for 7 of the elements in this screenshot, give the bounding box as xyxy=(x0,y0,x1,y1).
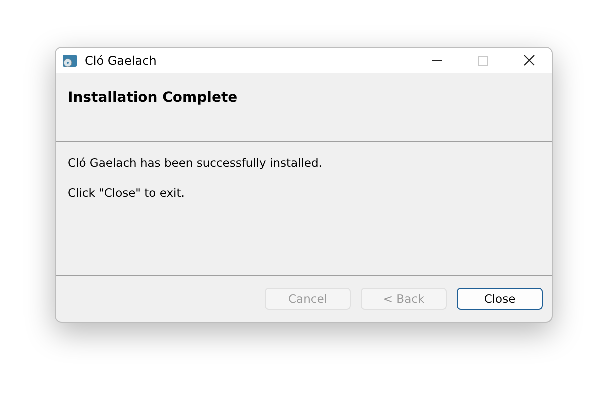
message-text: Cló Gaelach has been successfully installed. xyxy=(68,156,324,170)
maximize-icon xyxy=(478,56,488,66)
close-icon xyxy=(524,55,534,66)
page-heading: Installation Complete xyxy=(68,90,238,106)
message-text: Click "Close" to exit. xyxy=(68,186,186,200)
window-title: Cló Gaelach xyxy=(85,54,157,68)
dialog-button[interactable]: Close xyxy=(457,288,543,310)
